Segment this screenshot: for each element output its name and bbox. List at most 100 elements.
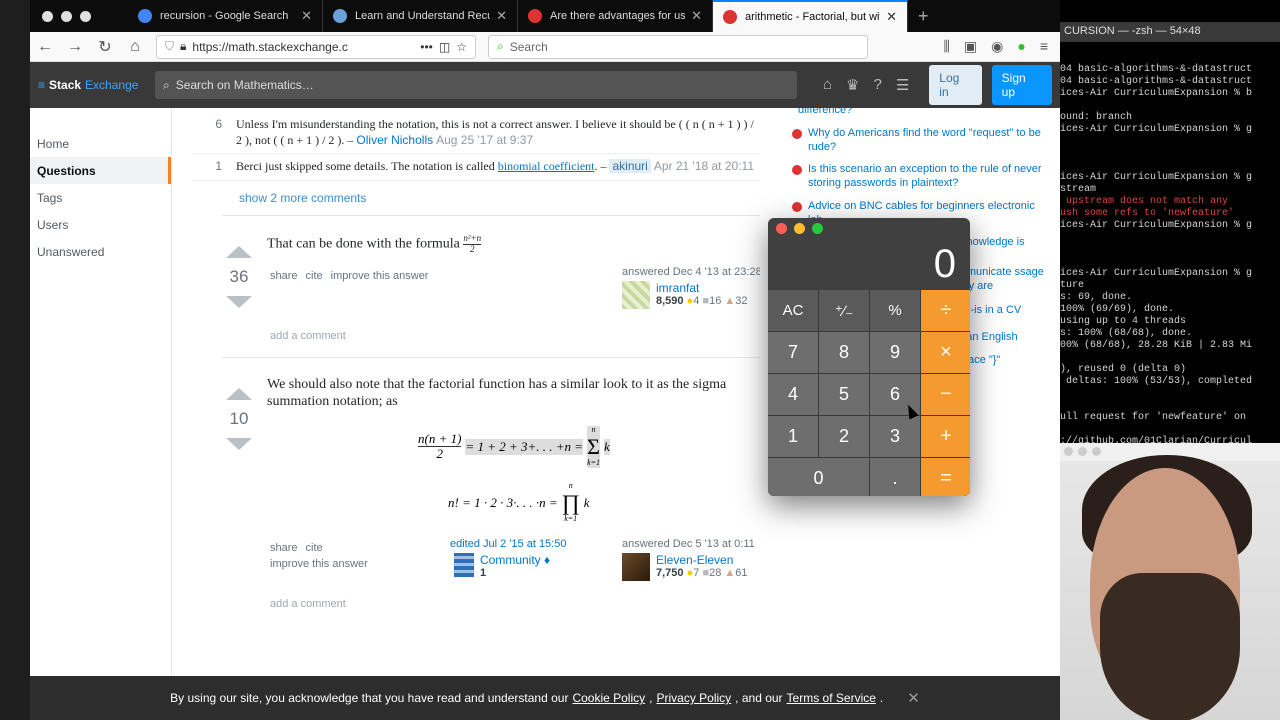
percent-key[interactable]: % [870,290,920,331]
decimal-key[interactable]: . [870,458,920,496]
inbox-icon[interactable]: ⌂ [823,76,832,94]
comment-date[interactable]: Aug 25 '17 at 9:37 [436,133,533,147]
share-link[interactable]: share [270,270,298,282]
extension-icon[interactable]: ● [1017,38,1025,55]
cookie-policy-link[interactable]: Cookie Policy [572,691,645,705]
close-tab-icon[interactable]: ✕ [691,8,702,24]
nav-questions[interactable]: Questions [30,157,171,184]
tab-google-search[interactable]: recursion - Google Search ✕ [128,0,323,32]
site-switcher-icon[interactable]: ☰ [896,76,909,94]
show-more-comments-link[interactable]: show 2 more comments [192,181,760,215]
upvote-arrow-icon[interactable] [226,387,252,400]
share-link[interactable]: share [270,542,298,554]
menu-icon[interactable]: ≡ [1040,38,1048,55]
related-question[interactable]: Why do Americans find the word "request"… [792,127,1052,155]
home-icon[interactable]: ⌂ [126,38,144,56]
stackexchange-logo[interactable]: ≡ Stack Exchange [38,78,145,92]
pocket-icon[interactable]: ◫ [439,40,450,54]
avatar[interactable] [622,552,650,581]
close-window-button[interactable] [1064,447,1073,456]
sidebar-icon[interactable]: ▣ [964,38,977,55]
maximize-window-button[interactable] [1092,447,1101,456]
maximize-window-button[interactable] [812,223,823,234]
signup-button[interactable]: Sign up [991,65,1052,105]
site-search-input[interactable]: ⌕ Search on Mathematics… [154,71,797,99]
nav-users[interactable]: Users [30,211,171,238]
back-arrow-icon[interactable]: ← [36,38,54,56]
account-icon[interactable]: ◉ [991,38,1003,55]
tab-arithmetic-factorial[interactable]: arithmetic - Factorial, but with a ✕ [713,0,908,32]
answered-date[interactable]: answered Dec 5 '13 at 0:11 [622,538,760,550]
nav-home[interactable]: Home [30,130,171,157]
close-window-button[interactable] [42,10,53,22]
minimize-window-button[interactable] [1078,447,1087,456]
close-tab-icon[interactable]: ✕ [496,8,507,24]
close-tab-icon[interactable]: ✕ [886,9,897,25]
related-question[interactable]: difference? [792,108,1052,118]
clear-key[interactable]: AC [768,290,818,331]
subtract-key[interactable]: − [921,374,970,415]
terminal-output[interactable]: 04 basic-algorithms-&-datastruct 04 basic… [1060,64,1280,443]
key-2[interactable]: 2 [819,416,869,457]
user-name-link[interactable]: Eleven-Eleven [656,553,748,567]
cite-link[interactable]: cite [306,270,323,282]
minimize-window-button[interactable] [794,223,805,234]
comment-user-link[interactable]: Oliver Nicholls [356,133,433,147]
answered-date[interactable]: answered Dec 4 '13 at 23:28 [622,266,760,278]
add-comment-link[interactable]: add a comment [270,598,346,610]
minimize-window-button[interactable] [61,10,72,22]
tab-advantages[interactable]: Are there advantages for using ✕ [518,0,713,32]
hamburger-icon[interactable]: ≡ [38,78,45,92]
key-8[interactable]: 8 [819,332,869,373]
terms-of-service-link[interactable]: Terms of Service [787,691,876,705]
close-window-button[interactable] [776,223,787,234]
new-tab-button[interactable]: + [908,6,939,27]
shield-icon[interactable]: ⛉ [165,39,174,54]
key-5[interactable]: 5 [819,374,869,415]
bookmark-star-icon[interactable]: ☆ [456,40,467,54]
improve-answer-link[interactable]: improve this answer [331,270,429,282]
community-avatar[interactable] [454,552,474,577]
downvote-arrow-icon[interactable] [226,437,252,450]
edited-date[interactable]: edited Jul 2 '15 at 15:50 [450,538,600,550]
downvote-arrow-icon[interactable] [226,295,252,308]
editor-name-link[interactable]: Community ♦ [480,553,550,567]
url-bar[interactable]: ⛉ 🔒︎ https://math.stackexchange.c ••• ◫ … [156,34,476,59]
key-0[interactable]: 0 [768,458,869,496]
browser-search-bar[interactable]: ⌕ Search [488,34,868,59]
privacy-policy-link[interactable]: Privacy Policy [656,691,731,705]
comment-date[interactable]: Apr 21 '18 at 20:11 [654,159,754,173]
help-icon[interactable]: ? [873,76,881,94]
add-key[interactable]: + [921,416,970,457]
nav-unanswered[interactable]: Unanswered [30,238,171,265]
page-actions-icon[interactable]: ••• [420,40,433,54]
divide-key[interactable]: ÷ [921,290,970,331]
close-cookie-banner-icon[interactable]: ✕ [907,689,920,707]
key-4[interactable]: 4 [768,374,818,415]
tab-learn-recursion[interactable]: Learn and Understand Recursio ✕ [323,0,518,32]
key-3[interactable]: 3 [870,416,920,457]
achievements-icon[interactable]: ♛ [846,76,859,94]
library-icon[interactable]: ⫼ [943,38,949,55]
add-comment-link[interactable]: add a comment [270,330,346,342]
nav-tags[interactable]: Tags [30,184,171,211]
key-9[interactable]: 9 [870,332,920,373]
maximize-window-button[interactable] [80,10,91,22]
multiply-key[interactable]: × [921,332,970,373]
equals-key[interactable]: = [921,458,970,496]
lock-icon[interactable]: 🔒︎ [180,39,186,54]
reload-icon[interactable]: ↻ [96,37,114,57]
cite-link[interactable]: cite [306,542,323,554]
login-button[interactable]: Log in [929,65,982,105]
key-7[interactable]: 7 [768,332,818,373]
avatar[interactable] [622,280,650,309]
improve-answer-link[interactable]: improve this answer [270,558,368,570]
sign-toggle-key[interactable]: ⁺∕₋ [819,290,869,331]
forward-arrow-icon[interactable]: → [66,38,84,56]
related-question[interactable]: Is this scenario an exception to the rul… [792,163,1052,191]
key-1[interactable]: 1 [768,416,818,457]
user-name-link[interactable]: imranfat [656,281,748,295]
upvote-arrow-icon[interactable] [226,245,252,258]
binomial-coefficient-link[interactable]: binomial coefficient [498,159,595,173]
close-tab-icon[interactable]: ✕ [301,8,312,24]
